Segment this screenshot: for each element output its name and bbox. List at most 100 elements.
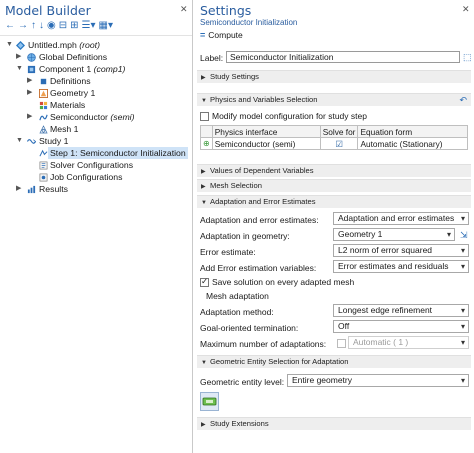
adapt-geometry-select[interactable]: Geometry 1 — [333, 228, 455, 241]
tree-item-solver-configurations[interactable]: Solver Configurations — [0, 159, 192, 171]
adapt-estimates-select[interactable]: Adaptation and error estimates — [333, 212, 469, 225]
tree-item-job-configurations[interactable]: Job Configurations — [0, 171, 192, 183]
tree-item-component-1[interactable]: ▼ Component 1 (comp1) — [0, 63, 192, 75]
geom-entity-level-label: Geometric entity level: — [200, 377, 285, 387]
list-menu-icon[interactable]: ☰▾ — [82, 20, 96, 31]
tree-item-materials[interactable]: Materials — [0, 99, 192, 111]
adaptation-method-label: Adaptation method: — [200, 307, 274, 317]
collapse-icon[interactable]: ⊟ — [59, 20, 67, 31]
tree-item-definitions[interactable]: ▶ Definitions — [0, 75, 192, 87]
expand-arrow-icon: ▶ — [201, 422, 206, 428]
back-arrow-icon[interactable]: ← — [5, 20, 15, 31]
physics-table-header: Physics interface Solve for Equation for… — [200, 125, 468, 138]
close-icon[interactable]: ✕ — [180, 4, 188, 15]
goal-termination-label: Goal-oriented termination: — [200, 323, 299, 333]
edit-label-icon[interactable]: ⬚ — [463, 52, 472, 62]
add-error-vars-select[interactable]: Error estimates and residuals — [333, 260, 469, 273]
tree-label: Untitled.mph — [28, 40, 77, 50]
forward-arrow-icon[interactable]: → — [18, 20, 28, 31]
go-to-source-icon[interactable]: ⇲ — [460, 230, 469, 240]
down-arrow-icon[interactable]: ↓ — [39, 20, 44, 31]
geom-entity-level-select[interactable]: Entire geometry — [287, 374, 469, 387]
adapt-geometry-label: Adaptation in geometry: — [200, 231, 290, 241]
section-study-settings[interactable]: ▶ Study Settings — [197, 70, 471, 83]
tree-item-step-1[interactable]: Step 1: Semiconductor Initialization — [0, 147, 192, 159]
save-solution-label: Save solution on every adapted mesh — [212, 277, 355, 287]
collapse-arrow-icon: ▼ — [201, 98, 207, 104]
selection-button[interactable] — [200, 392, 219, 411]
max-adaptations-select[interactable]: Automatic ( 1 ) — [348, 336, 469, 349]
collapse-arrow-icon: ▼ — [201, 360, 207, 366]
collapse-arrow-icon: ▼ — [201, 200, 207, 206]
save-solution-checkbox[interactable] — [200, 276, 209, 287]
job-icon — [39, 173, 48, 181]
error-estimate-label: Error estimate: — [200, 247, 256, 257]
add-error-vars-label: Add Error estimation variables: — [200, 263, 317, 273]
error-estimate-select[interactable]: L2 norm of error squared — [333, 244, 469, 257]
max-adaptations-checkbox[interactable] — [337, 339, 346, 348]
globe-icon — [27, 52, 36, 62]
tree-item-geometry-1[interactable]: ▶ Geometry 1 — [0, 87, 192, 99]
up-arrow-icon[interactable]: ↑ — [31, 20, 36, 31]
settings-title: Settings — [200, 3, 252, 18]
column-header: Equation form — [357, 125, 468, 138]
physics-table: Physics interface Solve for Equation for… — [200, 125, 468, 150]
reset-icon[interactable]: ↶ — [459, 94, 467, 106]
model-tree: ▼ Untitled.mph (root) ▶ Global Definitio… — [0, 39, 192, 195]
close-icon[interactable]: ✕ — [462, 4, 470, 15]
adaptation-method-select[interactable]: Longest edge refinement — [333, 304, 469, 317]
expand-arrow-icon: ▶ — [201, 184, 206, 190]
max-adaptations-label: Maximum number of adaptations: — [200, 339, 327, 349]
collapse-arrow-icon[interactable]: ▼ — [16, 63, 24, 75]
expand-arrow-icon[interactable]: ▶ — [27, 75, 35, 87]
solver-icon — [39, 161, 48, 169]
section-geom-entity[interactable]: ▼ Geometric Entity Selection for Adaptati… — [197, 355, 471, 368]
label-caption: Label: — [200, 53, 224, 63]
mesh-icon — [39, 124, 48, 133]
tree-item-semiconductor[interactable]: ▶ Semiconductor (semi) — [0, 111, 192, 123]
section-study-extensions[interactable]: ▶ Study Extensions — [197, 417, 471, 430]
compute-icon: = — [200, 30, 206, 40]
grid-menu-icon[interactable]: ▦▾ — [99, 20, 113, 31]
collapse-arrow-icon[interactable]: ▼ — [16, 135, 24, 147]
study-step-icon — [39, 149, 48, 156]
expand-arrow-icon[interactable]: ▶ — [16, 51, 24, 63]
tree-item-root[interactable]: ▼ Untitled.mph (root) — [0, 39, 192, 51]
geometry-icon — [39, 88, 48, 98]
tree-item-global-definitions[interactable]: ▶ Global Definitions — [0, 51, 192, 63]
expand-arrow-icon[interactable]: ▶ — [27, 111, 35, 123]
section-physics-variables[interactable]: ▼ Physics and Variables Selection ↶ — [197, 93, 471, 106]
active-icon: ⊕ — [200, 137, 213, 150]
section-adaptation[interactable]: ▼ Adaptation and Error Estimates — [197, 195, 471, 208]
goal-termination-select[interactable]: Off — [333, 320, 469, 333]
label-input[interactable]: Semiconductor Initialization — [226, 51, 460, 63]
modify-config-label: Modify model configuration for study ste… — [212, 111, 367, 121]
component-icon — [27, 65, 36, 73]
section-mesh-selection[interactable]: ▶ Mesh Selection — [197, 179, 471, 192]
model-builder-toolbar: ← → ↑ ↓ ◉ ⊟ ⊞ ☰▾ ▦▾ — [0, 18, 192, 33]
collapse-arrow-icon[interactable]: ▼ — [6, 39, 14, 51]
results-icon — [27, 185, 36, 193]
model-file-icon — [16, 40, 25, 50]
adapt-estimates-label: Adaptation and error estimates: — [200, 215, 319, 225]
semiconductor-icon — [39, 114, 48, 120]
study-icon — [27, 138, 36, 144]
tree-item-mesh-1[interactable]: Mesh 1 — [0, 123, 192, 135]
settings-subtitle: Semiconductor Initialization — [200, 18, 298, 27]
model-builder-title: Model Builder — [5, 3, 91, 18]
solve-for-checkbox[interactable]: ☑ — [319, 137, 359, 150]
column-header: Solve for — [319, 125, 359, 138]
expand-arrow-icon[interactable]: ▶ — [27, 87, 35, 99]
tree-item-results[interactable]: ▶ Results — [0, 183, 192, 195]
selection-icon — [202, 397, 217, 406]
materials-icon — [39, 101, 48, 109]
expand-icon[interactable]: ⊞ — [70, 20, 78, 31]
compute-button[interactable]: = Compute — [194, 29, 474, 41]
tree-item-study-1[interactable]: ▼ Study 1 — [0, 135, 192, 147]
expand-arrow-icon[interactable]: ▶ — [16, 183, 24, 195]
table-row[interactable]: ⊕ Semiconductor (semi) ☑ Automatic (Stat… — [200, 137, 468, 150]
section-dependent-values[interactable]: ▶ Values of Dependent Variables — [197, 164, 471, 177]
modify-config-checkbox[interactable] — [200, 112, 209, 121]
expand-arrow-icon: ▶ — [201, 75, 206, 81]
show-icon[interactable]: ◉ — [47, 20, 56, 31]
